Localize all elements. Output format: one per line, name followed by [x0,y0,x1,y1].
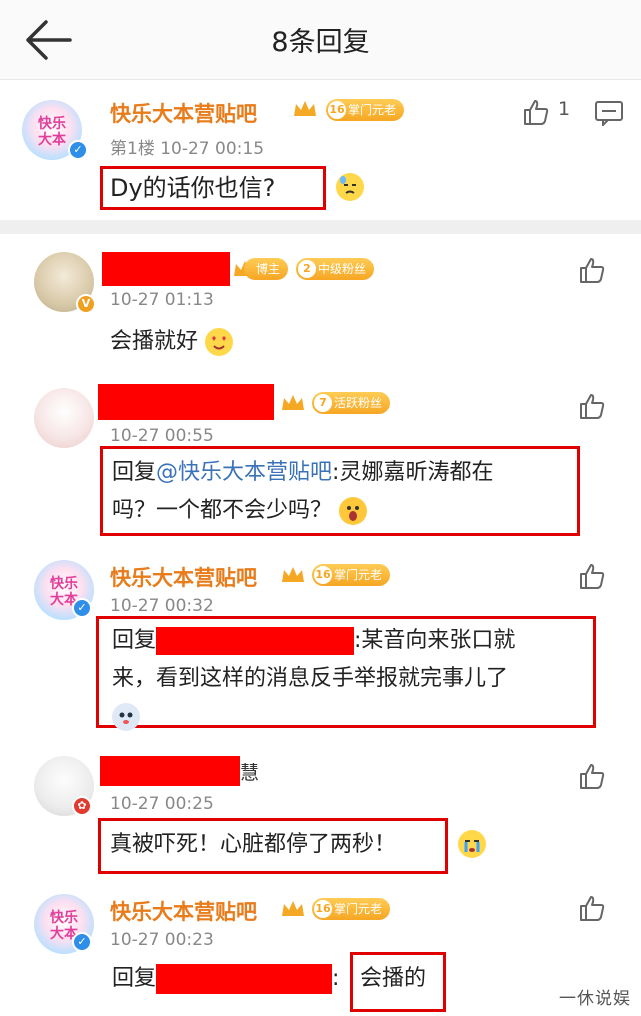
svg-text:大本: 大本 [38,131,67,148]
reply-text: 回复 :某音向来张口就 来，看到这样的消息反手举报就完事儿了 [112,622,594,736]
reply-time: 10-27 00:23 [110,930,214,950]
member-badge-icon: ✿ [72,796,92,816]
level-tag: 16 掌门元老 [312,898,391,920]
thumbs-up-icon[interactable] [578,562,606,590]
fan-level-tag: 7 活跃粉丝 [312,392,391,414]
reply-text-line1: :某音向来张口就 [354,628,516,653]
level-tag-label: 掌门元老 [348,103,397,117]
reply-text-body: 真被吓死！心脏都停了两秒！ [110,832,397,857]
divider [0,220,641,234]
crying-emoji-icon [458,830,486,858]
reply-text: 会播就好 [110,323,234,361]
redacted-username [100,756,240,786]
svg-text:快乐: 快乐 [50,909,78,926]
fan-level-label: 活跃粉丝 [334,396,383,410]
main-post: 快乐 大本 ✓ 快乐大本营贴吧 16 掌门元老 第1楼 10-27 00:15 … [0,80,641,220]
crown-icon [282,901,304,916]
thumbs-up-icon[interactable] [578,762,606,790]
shocked-emoji-icon [339,497,368,525]
level-tag: 16 掌门元老 [312,564,391,586]
redacted-username [156,964,333,994]
reply-time: 10-27 00:25 [110,794,214,814]
reply-text-body: 会播就好 [110,329,199,354]
level-tag-label: 掌门元老 [334,902,383,916]
reply-prefix: 回复 [112,460,157,485]
thumbs-up-icon[interactable] [522,98,550,126]
avatar[interactable] [34,388,94,448]
sweat-emoji-icon [336,173,364,201]
level-num: 16 [314,566,332,584]
reply-text: 回复: [112,960,339,998]
blogger-tag: 博主 [244,258,289,280]
like-count: 1 [558,98,571,120]
level-num: 16 [328,101,346,119]
top-bar: 8条回复 [0,0,641,80]
comment-icon[interactable] [594,100,624,126]
post-text-body: Dy的话你也信? [110,174,276,202]
reply-time: 10-27 01:13 [110,290,214,310]
reply-text-line2: 来，看到这样的消息反手举报就完事儿了 [112,666,509,691]
level-tag-label: 掌门元老 [334,568,383,582]
crown-icon [294,101,316,116]
username-suffix: 慧 [240,762,260,784]
post-text: Dy的话你也信? [110,169,275,207]
verified-badge-icon: ✓ [68,140,88,160]
reply-prefix: 回复 [112,966,157,991]
redacted-username [102,252,230,286]
svg-text:快乐: 快乐 [50,575,78,592]
fan-level-num: 7 [314,394,332,412]
fan-level-num: 2 [298,260,316,278]
level-num: 16 [314,900,332,918]
username[interactable]: 快乐大本营贴吧 [110,98,257,128]
reply-text-line1: :灵娜嘉昕涛都在 [332,460,494,485]
page-title: 8条回复 [271,27,370,58]
crown-icon [282,395,304,410]
thumbs-up-icon[interactable] [578,392,606,420]
mention-link[interactable]: @快乐大本营贴吧 [156,460,332,485]
member-badge-icon: V [76,294,96,314]
thumbs-up-icon[interactable] [578,256,606,284]
username[interactable]: 快乐大本营贴吧 [110,896,257,926]
reply-time: 10-27 00:32 [110,596,214,616]
level-tag: 16 掌门元老 [326,99,405,121]
redacted-username [98,384,274,420]
reply-text-line2: 吗？一个都不会少吗？ [112,498,333,523]
redacted-username [156,627,355,655]
heart-eyes-emoji-icon [205,328,234,356]
verified-badge-icon: ✓ [72,932,92,952]
reply-prefix: 回复 [112,628,157,653]
fan-level-label: 中级粉丝 [318,262,367,276]
watermark: 一休说娱 [559,989,631,1009]
reply-time: 10-27 00:55 [110,426,214,446]
ghost-emoji-icon [112,703,140,731]
svg-text:快乐: 快乐 [38,115,66,132]
reply-text: 回复@快乐大本营贴吧:灵娜嘉昕涛都在 吗？一个都不会少吗？ [112,454,576,530]
reply-text: 真被吓死！心脏都停了两秒！ [110,826,396,864]
crown-icon [282,567,304,582]
thumbs-up-icon[interactable] [578,894,606,922]
username[interactable]: 快乐大本营贴吧 [110,562,257,592]
fan-level-tag: 2 中级粉丝 [296,258,375,280]
verified-badge-icon: ✓ [72,598,92,618]
reply-text-highlight: 会播的 [360,966,427,991]
floor-time: 第1楼 10-27 00:15 [110,139,265,159]
